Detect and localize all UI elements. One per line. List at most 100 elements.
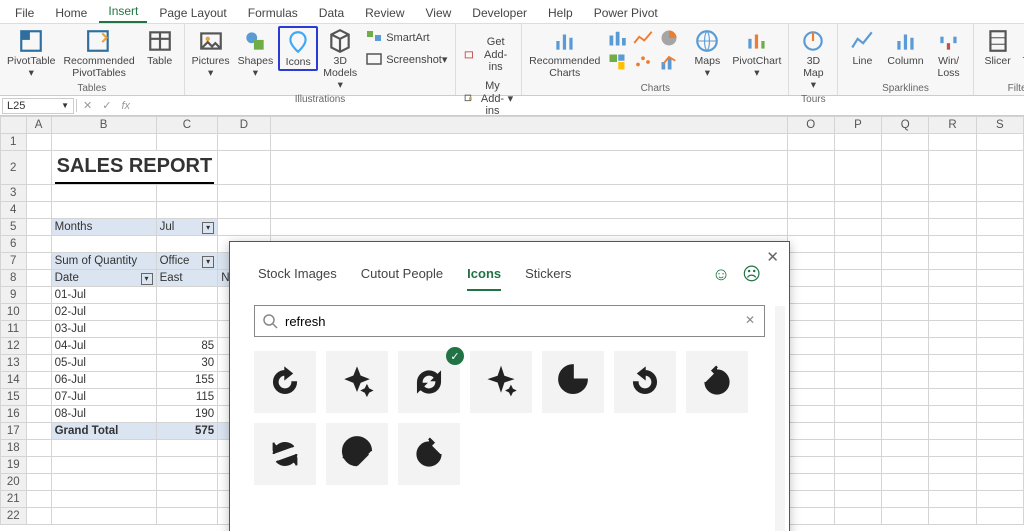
filter-icon[interactable]: ▾ bbox=[141, 273, 153, 285]
pivot-chart-button[interactable]: PivotChart ▾ bbox=[729, 26, 784, 81]
smartart-label: SmartArt bbox=[386, 32, 429, 45]
spreadsheet-grid[interactable]: A B C D O P Q R S 1 2 SALES REPORT 3 4 5… bbox=[0, 116, 1024, 531]
col-a[interactable]: A bbox=[26, 117, 51, 134]
clear-icon[interactable]: ✕ bbox=[745, 313, 755, 327]
group-tours-label: Tours bbox=[793, 93, 833, 106]
get-addins-button[interactable]: Get Add-ins bbox=[460, 34, 517, 76]
table-button[interactable]: Table bbox=[140, 26, 180, 69]
col-s[interactable]: S bbox=[976, 117, 1023, 134]
pivottable-button[interactable]: PivotTable ▾ bbox=[4, 26, 58, 81]
pictures-label: Pictures bbox=[192, 55, 230, 67]
name-box-value: L25 bbox=[7, 100, 25, 112]
col-b[interactable]: B bbox=[51, 117, 156, 134]
sync-arrows-icon[interactable]: ✓ bbox=[398, 351, 460, 413]
icons-button[interactable]: Icons bbox=[278, 26, 318, 71]
recommended-charts-button[interactable]: Recommended Charts bbox=[526, 26, 603, 81]
grand-label: Grand Total bbox=[51, 423, 156, 440]
pivottable-label: PivotTable bbox=[7, 55, 55, 67]
col-q[interactable]: Q bbox=[882, 117, 929, 134]
enter-formula-icon[interactable]: ✓ bbox=[102, 99, 111, 112]
table-row: 01-Jul bbox=[51, 287, 156, 304]
name-box[interactable]: L25▼ bbox=[2, 98, 74, 114]
column-chart-icon[interactable] bbox=[607, 28, 627, 48]
months-label: Months bbox=[51, 219, 156, 236]
3d-map-label: 3D Map bbox=[803, 55, 823, 79]
my-addins-button[interactable]: My Add-ins ▾ bbox=[460, 78, 517, 120]
sparkle-icon[interactable] bbox=[326, 351, 388, 413]
tab-file[interactable]: File bbox=[6, 3, 43, 23]
screenshot-icon bbox=[366, 52, 382, 68]
icon-results: ✓ bbox=[230, 337, 789, 499]
my-addins-label: My Add-ins bbox=[477, 80, 507, 118]
pictures-button[interactable]: Pictures ▾ bbox=[189, 26, 233, 81]
redo-arrow-icon[interactable] bbox=[254, 351, 316, 413]
maps-button[interactable]: Maps ▾ bbox=[687, 26, 727, 81]
fan-outline-icon[interactable] bbox=[326, 423, 388, 485]
3d-map-icon bbox=[800, 28, 826, 54]
addins-icon bbox=[464, 91, 473, 107]
tab-icons[interactable]: Icons bbox=[467, 262, 501, 291]
smile-icon[interactable]: ☺ bbox=[712, 264, 730, 285]
tab-home[interactable]: Home bbox=[46, 3, 96, 23]
tab-cutout-people[interactable]: Cutout People bbox=[361, 262, 443, 291]
rotate-ccw-icon[interactable] bbox=[686, 351, 748, 413]
combo-chart-icon[interactable] bbox=[659, 52, 679, 72]
tab-power-pivot[interactable]: Power Pivot bbox=[585, 3, 667, 23]
table-row: 08-Jul bbox=[51, 406, 156, 423]
col-o[interactable]: O bbox=[787, 117, 834, 134]
cycle-icon[interactable] bbox=[254, 423, 316, 485]
spark-line-button[interactable]: Line bbox=[842, 26, 882, 69]
tab-page-layout[interactable]: Page Layout bbox=[150, 3, 235, 23]
tab-formulas[interactable]: Formulas bbox=[239, 3, 307, 23]
rotate-cw-icon[interactable] bbox=[398, 423, 460, 485]
spark-column-button[interactable]: Column bbox=[884, 26, 926, 69]
tab-stock-images[interactable]: Stock Images bbox=[258, 262, 337, 291]
search-icon bbox=[262, 313, 278, 332]
group-tables-label: Tables bbox=[4, 82, 180, 95]
fan-icon[interactable] bbox=[542, 351, 604, 413]
check-icon: ✓ bbox=[446, 347, 464, 365]
scatter-chart-icon[interactable] bbox=[633, 52, 653, 72]
frown-icon[interactable]: ☹ bbox=[742, 264, 761, 285]
col-p[interactable]: P bbox=[834, 117, 881, 134]
table-icon bbox=[147, 28, 173, 54]
col-r[interactable]: R bbox=[929, 117, 976, 134]
table-row: 04-Jul bbox=[51, 338, 156, 355]
hierarchy-chart-icon[interactable] bbox=[607, 52, 627, 72]
undo-arrow-icon[interactable] bbox=[614, 351, 676, 413]
get-addins-label: Get Add-ins bbox=[478, 36, 513, 74]
col-d[interactable]: D bbox=[218, 117, 271, 134]
slicer-button[interactable]: Slicer bbox=[978, 26, 1018, 69]
tab-help[interactable]: Help bbox=[539, 3, 582, 23]
screenshot-label: Screenshot bbox=[386, 54, 442, 67]
tab-developer[interactable]: Developer bbox=[463, 3, 536, 23]
tab-review[interactable]: Review bbox=[356, 3, 413, 23]
3d-models-button[interactable]: 3D Models ▾ bbox=[320, 26, 360, 93]
office-label: Office bbox=[160, 255, 190, 267]
spark-winloss-button[interactable]: Win/ Loss bbox=[929, 26, 969, 81]
recommended-pivot-button[interactable]: Recommended PivotTables bbox=[60, 26, 137, 81]
modal-scrollbar[interactable] bbox=[775, 306, 785, 531]
close-icon[interactable]: ✕ bbox=[766, 248, 779, 266]
pie-chart-icon[interactable] bbox=[659, 28, 679, 48]
cancel-formula-icon[interactable]: ✕ bbox=[83, 99, 92, 112]
spark-column-icon bbox=[893, 28, 919, 54]
timeline-button[interactable]: Timeline bbox=[1020, 26, 1024, 69]
line-chart-icon[interactable] bbox=[633, 28, 653, 48]
col-c[interactable]: C bbox=[156, 117, 218, 134]
fx-icon[interactable]: fx bbox=[121, 100, 130, 112]
filter-icon[interactable]: ▾ bbox=[202, 256, 214, 268]
pivot-chart-icon bbox=[744, 28, 770, 54]
filter-icon[interactable]: ▾ bbox=[202, 222, 214, 234]
shapes-button[interactable]: Shapes ▾ bbox=[235, 26, 277, 81]
tab-data[interactable]: Data bbox=[310, 3, 353, 23]
table-row: 06-Jul bbox=[51, 372, 156, 389]
tab-stickers[interactable]: Stickers bbox=[525, 262, 571, 291]
search-input[interactable] bbox=[254, 305, 765, 337]
tab-insert[interactable]: Insert bbox=[99, 1, 147, 23]
tab-view[interactable]: View bbox=[417, 3, 461, 23]
3d-map-button[interactable]: 3D Map ▾ bbox=[793, 26, 833, 93]
smartart-button[interactable]: SmartArt bbox=[362, 28, 451, 48]
sparkle-solid-icon[interactable] bbox=[470, 351, 532, 413]
screenshot-button[interactable]: Screenshot ▾ bbox=[362, 50, 451, 70]
